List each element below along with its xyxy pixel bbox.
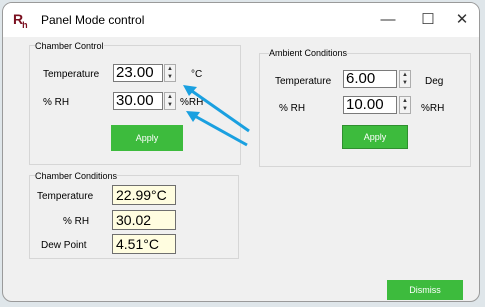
arrow-to-temperature [188, 87, 250, 133]
panel-mode-window: Rh Panel Mode control — ☐ ✕ Chamber Cont… [2, 2, 480, 302]
annotation-arrows [183, 85, 250, 147]
arrow-to-rh [192, 113, 248, 147]
